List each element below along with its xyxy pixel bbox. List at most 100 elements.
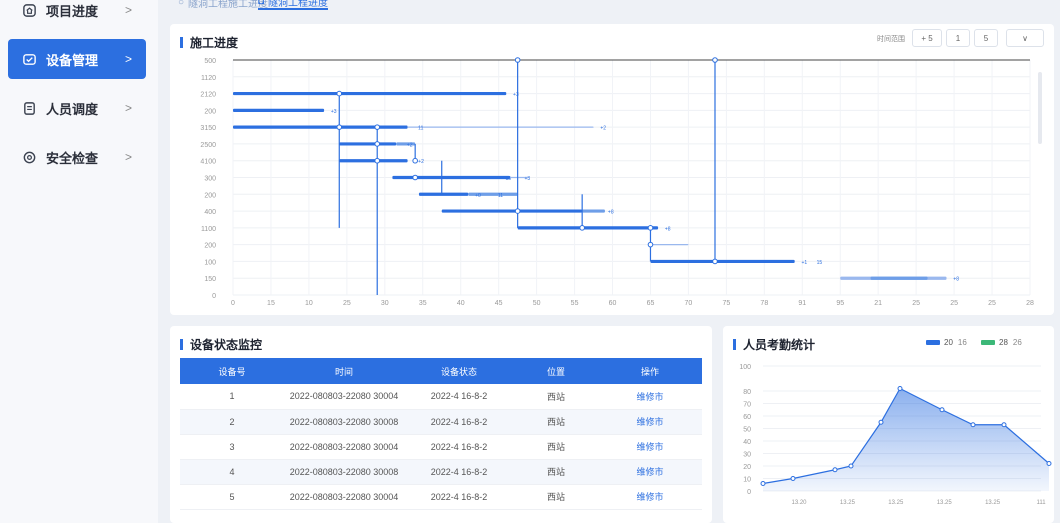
- y-tick-label: 2500: [200, 142, 216, 149]
- gantt-bar: [339, 159, 408, 163]
- x-tick-label: 30: [381, 300, 389, 307]
- gantt-chart: 5001120212020031502500410030020040011002…: [200, 57, 1042, 307]
- action-link[interactable]: 维修市: [598, 484, 702, 510]
- table-row: 5 2022-080803-22080 30004 2022-4 16-8-2 …: [180, 484, 702, 510]
- sidebar-item-safety-check[interactable]: 安全检查 >: [8, 137, 146, 177]
- cell-status: 2022-4 16-8-2: [404, 484, 514, 510]
- gantt-bar: [517, 226, 659, 230]
- table-row: 4 2022-080803-22080 30008 2022-4 16-8-2 …: [180, 459, 702, 485]
- gantt-bar: [233, 108, 325, 112]
- x-tick-label: 25: [343, 300, 351, 307]
- y-tick-label: 1120: [201, 75, 216, 82]
- column-header: 时间: [284, 358, 404, 384]
- cell-location: 西站: [514, 384, 598, 410]
- y-tick-label: 70: [743, 402, 751, 409]
- x-tick-label: 13.25: [888, 500, 904, 506]
- time-range-label: 时间范围: [877, 36, 905, 43]
- table-row: 2 2022-080803-22080 30008 2022-4 16-8-2 …: [180, 409, 702, 435]
- cell-status: 2022-4 16-8-2: [404, 409, 514, 435]
- bar-tag-label: +1: [801, 260, 807, 266]
- sidebar-item-personnel-dispatch[interactable]: 人员调度 >: [8, 88, 146, 128]
- gear-icon: [22, 150, 37, 165]
- range-step-button[interactable]: + 5: [912, 29, 942, 47]
- milestone-node: [336, 124, 343, 130]
- range-value-field[interactable]: 1: [946, 29, 970, 47]
- milestone-node: [412, 174, 418, 181]
- action-link[interactable]: 维修市: [598, 384, 702, 410]
- cell-id: 2: [180, 409, 284, 435]
- x-tick-label: 78: [760, 300, 768, 307]
- device-table-title: 设备状态监控: [180, 336, 262, 353]
- cell-location: 西站: [514, 434, 598, 460]
- sidebar-item-project-progress[interactable]: 项目进度 >: [8, 0, 146, 30]
- y-tick-label: 200: [204, 192, 216, 199]
- cell-id: 4: [180, 459, 284, 485]
- gantt-bar: [233, 91, 507, 96]
- cell-time: 2022-080803-22080 30008: [284, 409, 404, 435]
- column-header: 设备状态: [404, 358, 514, 384]
- circle-icon: ○: [178, 0, 185, 8]
- milestone-node: [579, 225, 585, 231]
- tab-label: 隧洞工程施工进度: [188, 0, 269, 10]
- cell-id: 3: [180, 434, 284, 460]
- x-tick-label: 25: [912, 300, 920, 307]
- x-tick-label: 10: [305, 300, 313, 307]
- y-tick-label: 30: [743, 452, 751, 459]
- sidebar-item-label: 设备管理: [46, 52, 99, 68]
- chevron-down-icon[interactable]: ∨: [1006, 29, 1044, 47]
- cell-id: 5: [180, 484, 284, 510]
- x-tick-label: 70: [685, 300, 693, 307]
- milestone-node: [647, 225, 654, 231]
- table-header-row: 设备号 时间 设备状态 位置 操作: [180, 358, 702, 384]
- bar-tag-label: +8: [665, 226, 671, 232]
- x-tick-label: 55: [571, 300, 579, 307]
- cell-time: 2022-080803-22080 30008: [284, 459, 404, 485]
- milestone-node: [374, 124, 381, 130]
- x-tick-label: 15: [267, 300, 275, 307]
- data-point: [1046, 461, 1052, 466]
- tab-tunnel-progress[interactable]: ◘ 隧洞工程进度: [258, 0, 329, 10]
- x-tick-label: 13.25: [985, 500, 1001, 506]
- y-tick-label: 200: [204, 243, 216, 250]
- tab-tunnel-construction[interactable]: ○ 隧洞工程施工进度: [178, 0, 268, 10]
- action-link[interactable]: 维修市: [598, 434, 702, 460]
- y-tick-label: 40: [743, 439, 751, 446]
- y-tick-label: 100: [739, 364, 751, 371]
- cell-location: 西站: [514, 459, 598, 485]
- chevron-right-icon: >: [124, 150, 132, 164]
- device-table: 设备号 时间 设备状态 位置 操作 1 2022-080803-22080 30…: [180, 358, 702, 510]
- x-tick-label: 45: [495, 300, 503, 307]
- device-icon: [22, 52, 37, 67]
- range-end-field[interactable]: 5: [974, 29, 998, 47]
- gantt-panel: 500 1120 2120 200 3150 2500 4100 300 200 400 1100 2…: [170, 24, 1054, 315]
- sidebar-item-label: 安全检查: [46, 150, 99, 166]
- x-tick-label: 25: [950, 300, 958, 307]
- x-tick-label: 65: [647, 300, 655, 307]
- attendance-chart: 0 10 20 30 40 50 60 70 80 100 13.20 13.25 13.25 13.25…: [739, 364, 1052, 506]
- milestone-node: [647, 241, 654, 248]
- y-tick-label: 300: [204, 176, 216, 183]
- action-link[interactable]: 维修市: [598, 459, 702, 485]
- data-point: [939, 407, 945, 413]
- bar-tag-label: +3: [524, 176, 530, 182]
- chevron-right-icon: >: [124, 3, 132, 17]
- cell-time: 2022-080803-22080 30004: [284, 434, 404, 460]
- y-tick-label: 100: [204, 259, 216, 266]
- gantt-bar: [441, 209, 583, 213]
- column-header: 设备号: [180, 358, 284, 384]
- y-tick-label: 80: [743, 389, 751, 396]
- y-tick-label: 1100: [201, 226, 216, 233]
- data-point: [897, 386, 903, 391]
- milestone-node: [336, 90, 343, 97]
- tab-label: 隧洞工程进度: [268, 0, 329, 9]
- sidebar-item-device-management[interactable]: 设备管理 >: [8, 39, 146, 79]
- data-point: [848, 463, 854, 469]
- x-tick-label: 28: [1026, 300, 1034, 307]
- lock-icon: ◘: [258, 0, 265, 7]
- x-tick-label: 95: [836, 300, 844, 307]
- milestone-node: [514, 208, 521, 214]
- chevron-right-icon: >: [124, 52, 132, 66]
- cell-time: 2022-080803-22080 30004: [284, 484, 404, 510]
- data-point: [1001, 422, 1007, 428]
- action-link[interactable]: 维修市: [598, 409, 702, 435]
